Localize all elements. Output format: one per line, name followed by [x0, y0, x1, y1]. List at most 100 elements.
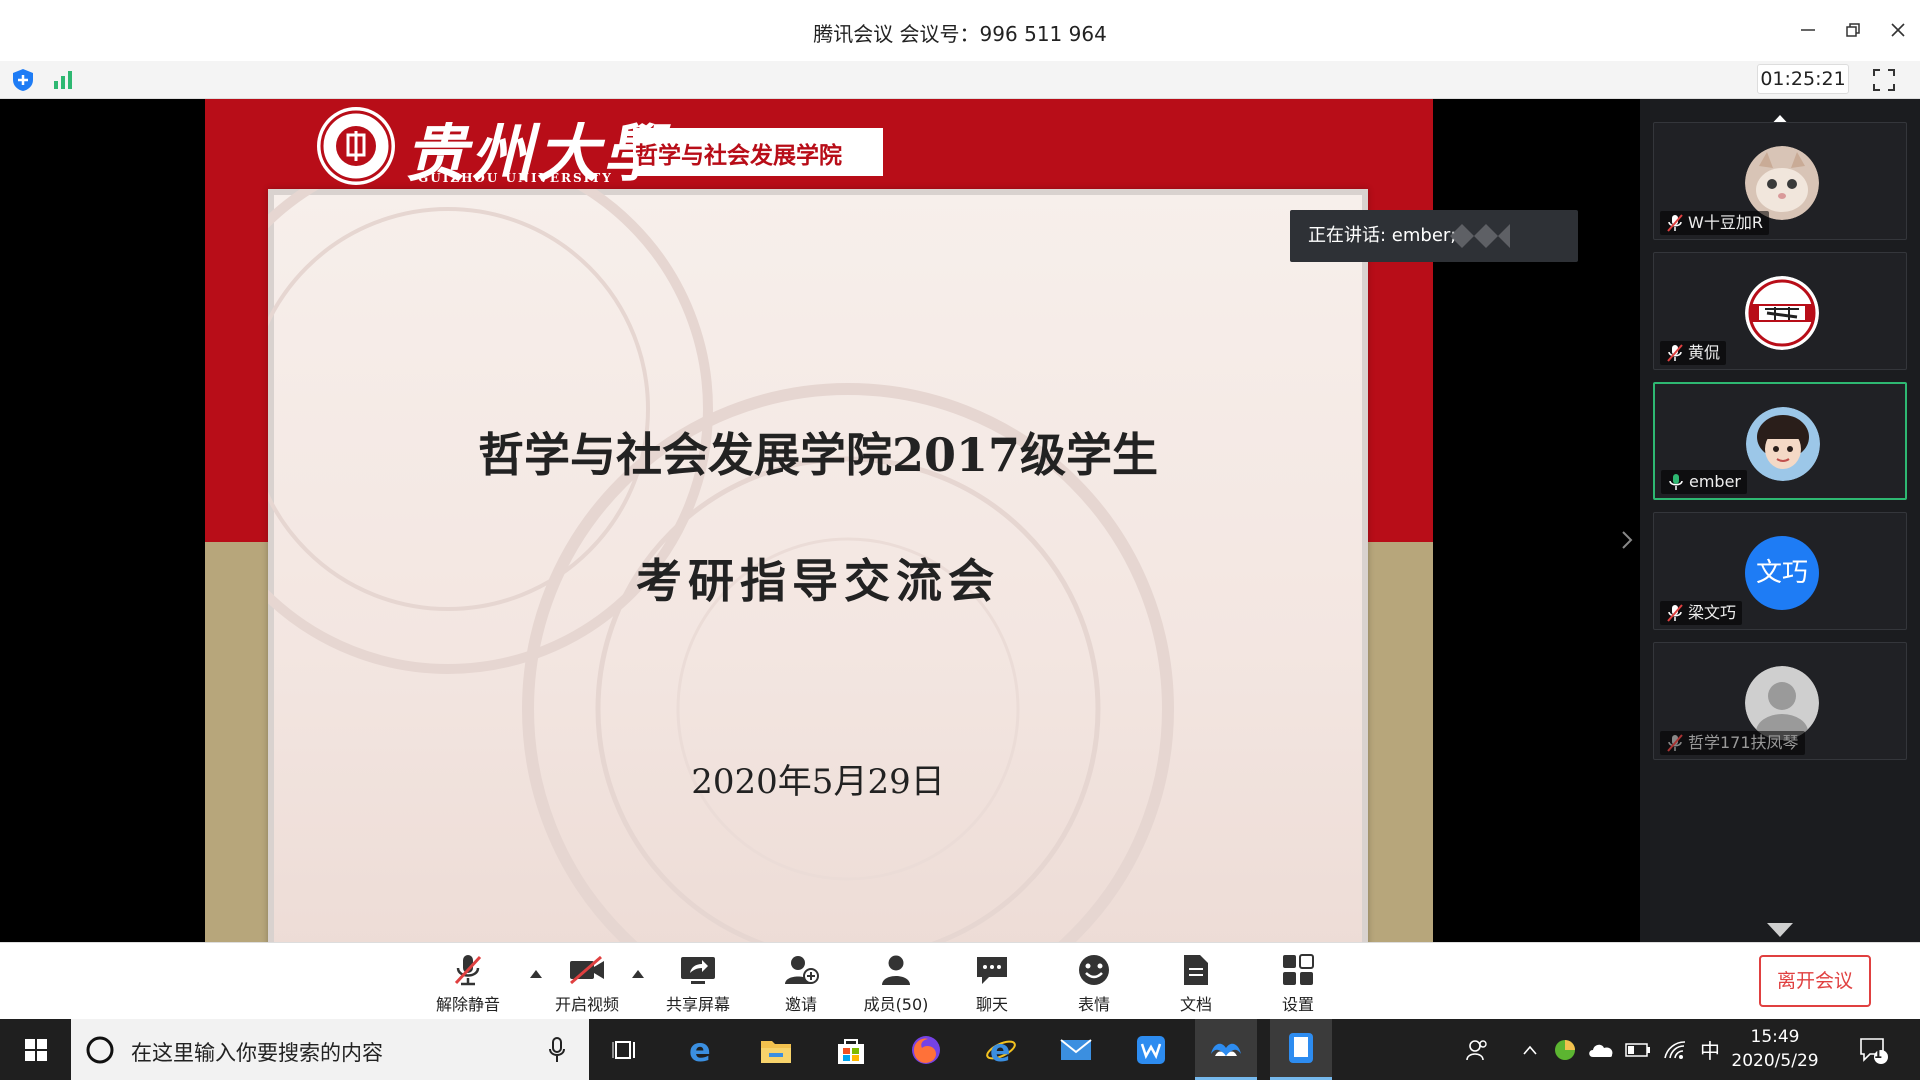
restore-icon [1846, 23, 1860, 37]
slide-subline: 考研指导交流会 [636, 554, 1000, 608]
notification-count: 1 [1873, 1047, 1883, 1061]
task-view-icon [612, 1040, 635, 1059]
default-person-avatar [1745, 666, 1819, 740]
settings-button[interactable]: 设置 [1253, 951, 1343, 1014]
title-bar: 腾讯会议 会议号：996 511 964 [0, 0, 1920, 61]
participant-tile[interactable]: W十豆加R [1653, 122, 1907, 240]
tencent-meeting-button[interactable] [1195, 1019, 1257, 1080]
mic-active-icon [1669, 474, 1683, 490]
edge-browser-button[interactable]: e [670, 1019, 732, 1080]
battery-button[interactable] [1622, 1019, 1654, 1080]
file-explorer-button[interactable] [745, 1019, 807, 1080]
window-title: 腾讯会议 会议号：996 511 964 [813, 22, 1107, 46]
chat-bubble-icon [977, 957, 1007, 984]
svg-text:e: e [990, 1034, 1010, 1066]
caret-up-icon[interactable] [630, 968, 646, 980]
participant-name: ember [1689, 472, 1742, 491]
mic-muted-icon [1667, 344, 1683, 362]
app-window: 腾讯会议 会议号：996 511 964 01:25:21 贵州大學 GUIZH… [0, 0, 1920, 1080]
tray-app-button[interactable] [1550, 1019, 1580, 1080]
documents-button[interactable]: 文档 [1151, 951, 1241, 1014]
cat-photo-avatar [1745, 146, 1819, 220]
scroll-down-arrow-icon[interactable] [1765, 921, 1795, 939]
security-shield-icon[interactable] [12, 68, 34, 92]
close-button[interactable] [1878, 14, 1918, 46]
unmute-label: 解除静音 [435, 995, 500, 1014]
cortana-circle-icon [86, 1036, 114, 1064]
participant-name-tag: 梁文巧 [1660, 601, 1743, 625]
mic-muted-icon [1667, 734, 1683, 752]
participant-name-tag: W十豆加R [1660, 211, 1769, 235]
participant-video-sidebar: W十豆加R 黄侃 ember 文巧 梁文巧 哲学171扶凤琴 [1640, 99, 1920, 942]
tablet-icon [1289, 1033, 1313, 1063]
emoji-label: 表情 [1077, 995, 1110, 1014]
close-icon [1891, 23, 1905, 37]
fullscreen-icon[interactable] [1873, 69, 1895, 91]
avatar-initials: 文巧 [1755, 558, 1808, 588]
chat-button[interactable]: 聊天 [947, 951, 1037, 1014]
store-button[interactable] [820, 1019, 882, 1080]
leave-meeting-button[interactable]: 离开会议 [1759, 955, 1871, 1007]
participant-name: 梁文巧 [1688, 603, 1737, 622]
tablet-app-button[interactable] [1270, 1019, 1332, 1080]
minimize-button[interactable] [1788, 14, 1828, 46]
girl-photo-avatar [1746, 407, 1820, 481]
task-view-button[interactable] [594, 1019, 656, 1080]
department-label: 哲学与社会发展学院 [635, 143, 842, 169]
cloud-icon [1589, 1044, 1613, 1057]
start-button[interactable] [5, 1019, 67, 1080]
participant-tile-active-speaker[interactable]: ember [1653, 382, 1907, 500]
participant-tile[interactable]: 文巧 梁文巧 [1653, 512, 1907, 630]
slide-date: 2020年5月29日 [691, 762, 945, 802]
university-name-en: GUIZHOU UNIVERSITY [418, 171, 613, 185]
wps-office-icon [1137, 1035, 1165, 1064]
microphone-icon[interactable] [548, 1037, 566, 1063]
share-screen-button[interactable]: 共享屏幕 [653, 951, 743, 1014]
participant-tile[interactable]: 哲学171扶凤琴 [1653, 642, 1907, 760]
shared-screen-area: 贵州大學 GUIZHOU UNIVERSITY 哲学与社会发展学院 哲学与社会发… [0, 99, 1920, 942]
invite-button[interactable]: 邀请 [756, 951, 846, 1014]
action-center-button[interactable]: 1 [1848, 1019, 1898, 1080]
meeting-timer: 01:25:21 [1757, 64, 1849, 94]
emoji-button[interactable]: 表情 [1049, 951, 1139, 1014]
store-bag-icon [838, 1038, 864, 1064]
wifi-button[interactable] [1659, 1019, 1691, 1080]
document-icon [1184, 955, 1208, 985]
members-label: 成员(50) [863, 995, 929, 1014]
share-screen-label: 共享屏幕 [665, 995, 730, 1014]
presentation-slide: 贵州大學 GUIZHOU UNIVERSITY 哲学与社会发展学院 哲学与社会发… [205, 99, 1433, 942]
mic-muted-icon [454, 955, 482, 986]
invite-label: 邀请 [784, 995, 817, 1014]
mail-envelope-icon [1060, 1038, 1092, 1060]
start-video-button[interactable]: 开启视频 [542, 951, 632, 1014]
internet-explorer-button[interactable]: e [970, 1019, 1032, 1080]
internet-explorer-icon: e [986, 1034, 1016, 1066]
participant-tile[interactable]: 黄侃 [1653, 252, 1907, 370]
firefox-button[interactable] [895, 1019, 957, 1080]
text-avatar: 文巧 [1745, 536, 1819, 610]
participant-name: W十豆加R [1688, 213, 1763, 232]
chevron-up-icon [1523, 1045, 1537, 1055]
windows-logo-icon [25, 1038, 47, 1061]
wps-button[interactable] [1120, 1019, 1182, 1080]
input-method-indicator[interactable]: 中 [1695, 1019, 1725, 1080]
members-button[interactable]: 成员(50) [851, 951, 941, 1014]
clock-date: 2020/5/29 [1731, 1051, 1819, 1071]
university-seal-logo [317, 107, 395, 185]
restore-button[interactable] [1833, 14, 1873, 46]
chat-label: 聊天 [975, 995, 1008, 1014]
mail-button[interactable] [1045, 1019, 1107, 1080]
people-tray-button[interactable] [1460, 1019, 1494, 1080]
people-icon [1466, 1039, 1487, 1060]
onedrive-button[interactable] [1585, 1019, 1617, 1080]
slide-headline: 哲学与社会发展学院2017级学生 [477, 428, 1159, 482]
members-icon [882, 955, 910, 985]
system-clock[interactable]: 15:49 2020/5/29 [1730, 1025, 1820, 1073]
signal-strength-icon[interactable] [53, 70, 75, 90]
taskbar-search-box[interactable]: 在这里输入你要搜索的内容 [71, 1019, 589, 1080]
folder-icon [761, 1040, 791, 1063]
chevron-right-icon[interactable] [1618, 525, 1638, 555]
meeting-toolbar: 解除静音 开启视频 共享屏幕 邀请 成员(50) 聊天 表情 文档 设置 离开会… [0, 942, 1920, 1019]
unmute-button[interactable]: 解除静音 [423, 951, 513, 1014]
show-hidden-icons-button[interactable] [1515, 1019, 1545, 1080]
